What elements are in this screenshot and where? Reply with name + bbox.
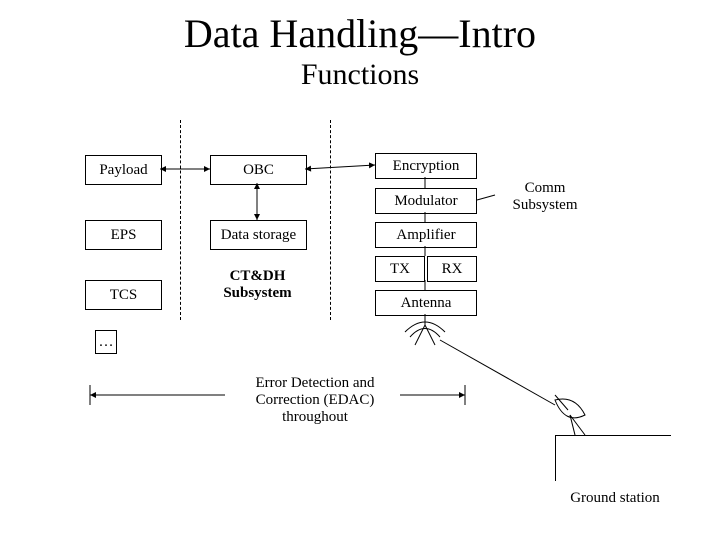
spacecraft-dish-icon [405, 314, 445, 345]
diagram-svg [0, 0, 720, 540]
ground-dish-icon [555, 395, 585, 435]
